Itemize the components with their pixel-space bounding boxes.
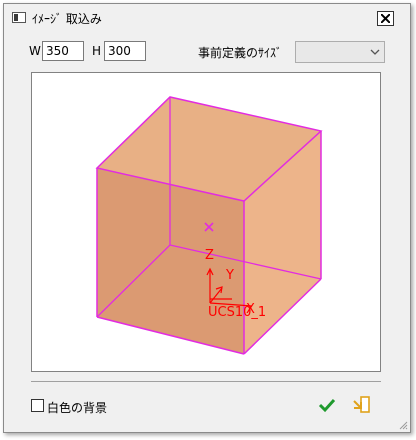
footer-divider (31, 381, 381, 382)
resize-grip-icon[interactable] (398, 420, 408, 430)
width-label: W (29, 44, 41, 58)
white-background-checkbox[interactable] (31, 399, 44, 412)
height-label: H (92, 44, 102, 58)
ok-button[interactable] (317, 395, 337, 415)
height-input[interactable]: 300 (104, 41, 146, 61)
window-app-icon (12, 12, 26, 23)
image-preview: Z Y X UCS10_1 (31, 72, 381, 372)
checkmark-icon (318, 398, 336, 413)
width-input[interactable]: 350 (42, 41, 84, 61)
white-background-label: 白色の背景 (47, 401, 108, 415)
ucs-name-label: UCS10_1 (208, 305, 266, 320)
chevron-down-icon (370, 49, 380, 55)
import-image-icon (353, 396, 370, 413)
title-bar[interactable]: ｲﾒｰｼﾞ 取込み (4, 4, 410, 31)
import-button[interactable] (352, 395, 372, 415)
preset-size-select[interactable] (295, 41, 385, 63)
window-title: ｲﾒｰｼﾞ 取込み (32, 12, 102, 26)
axis-z-label: Z (205, 248, 214, 263)
axis-y-label: Y (225, 268, 234, 283)
close-button[interactable] (377, 11, 394, 26)
preset-size-label: 事前定義のｻｲｽﾞ (198, 46, 283, 60)
dialog-window: ｲﾒｰｼﾞ 取込み W 350 H 300 事前定義のｻｲｽﾞ Z Y X UC… (3, 3, 411, 433)
close-icon (381, 14, 390, 23)
